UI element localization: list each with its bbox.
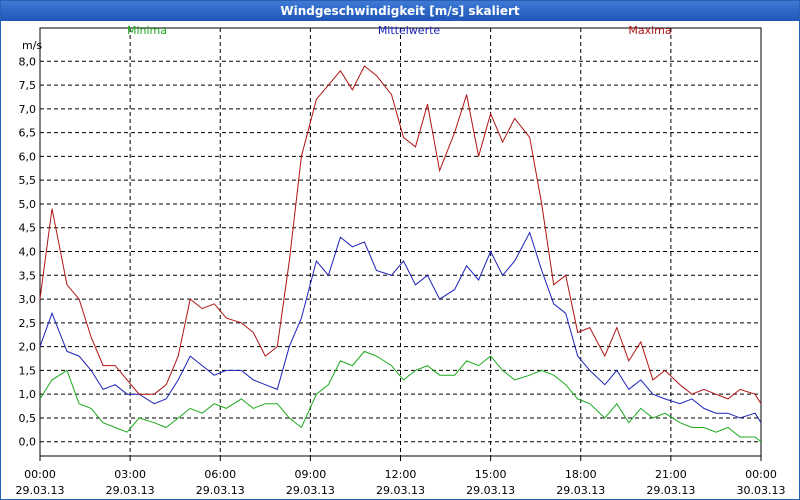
y-tick-label: 1,0 bbox=[19, 388, 37, 401]
y-tick-label: 6,0 bbox=[19, 150, 37, 163]
y-tick-label: 0,5 bbox=[19, 412, 37, 425]
y-tick-label: 1,5 bbox=[19, 364, 37, 377]
x-tick-time: 18:00 bbox=[565, 468, 597, 481]
x-tick-date: 29.03.13 bbox=[646, 484, 695, 497]
y-tick-label: 3,0 bbox=[19, 293, 37, 306]
x-tick-date: 29.03.13 bbox=[556, 484, 605, 497]
y-tick-label: 2,5 bbox=[19, 317, 37, 330]
x-tick-time: 00:00 bbox=[24, 468, 56, 481]
legend-entry-maxima: Maxima bbox=[628, 24, 671, 37]
x-tick-time: 09:00 bbox=[295, 468, 327, 481]
x-tick-time: 06:00 bbox=[204, 468, 236, 481]
y-tick-label: 8,0 bbox=[19, 55, 37, 68]
x-tick-date: 29.03.13 bbox=[106, 484, 155, 497]
legend-entry-minima: Minima bbox=[127, 24, 167, 37]
y-tick-label: 2,0 bbox=[19, 341, 37, 354]
y-tick-label: 5,5 bbox=[19, 174, 37, 187]
x-tick-time: 03:00 bbox=[114, 468, 146, 481]
x-tick-date: 29.03.13 bbox=[466, 484, 515, 497]
x-tick-time: 15:00 bbox=[475, 468, 507, 481]
y-tick-label: 5,0 bbox=[19, 198, 37, 211]
x-tick-date: 29.03.13 bbox=[286, 484, 335, 497]
x-tick-date: 29.03.13 bbox=[16, 484, 65, 497]
y-tick-label: 4,5 bbox=[19, 222, 37, 235]
y-axis-label: m/s bbox=[22, 39, 42, 52]
x-tick-date: 30.03.13 bbox=[737, 484, 786, 497]
y-tick-label: 6,5 bbox=[19, 127, 37, 140]
x-tick-time: 12:00 bbox=[385, 468, 417, 481]
x-tick-time: 21:00 bbox=[655, 468, 687, 481]
y-tick-label: 0,0 bbox=[19, 436, 37, 449]
legend-entry-mittelwerte: Mittelwerte bbox=[378, 24, 441, 37]
line-chart: 0,0 0,5 1,0 1,5 2,0 2,5 3,0 3,5 4,0 4,5 5,0 5,5 6,0 6… bbox=[16, 24, 786, 497]
y-tick-label: 7,5 bbox=[19, 79, 37, 92]
x-tick-time: 00:00 bbox=[745, 468, 777, 481]
y-tick-label: 4,0 bbox=[19, 246, 37, 259]
x-tick-date: 29.03.13 bbox=[376, 484, 425, 497]
x-tick-date: 29.03.13 bbox=[196, 484, 245, 497]
y-tick-label: 3,5 bbox=[19, 269, 37, 282]
y-tick-label: 7,0 bbox=[19, 103, 37, 116]
